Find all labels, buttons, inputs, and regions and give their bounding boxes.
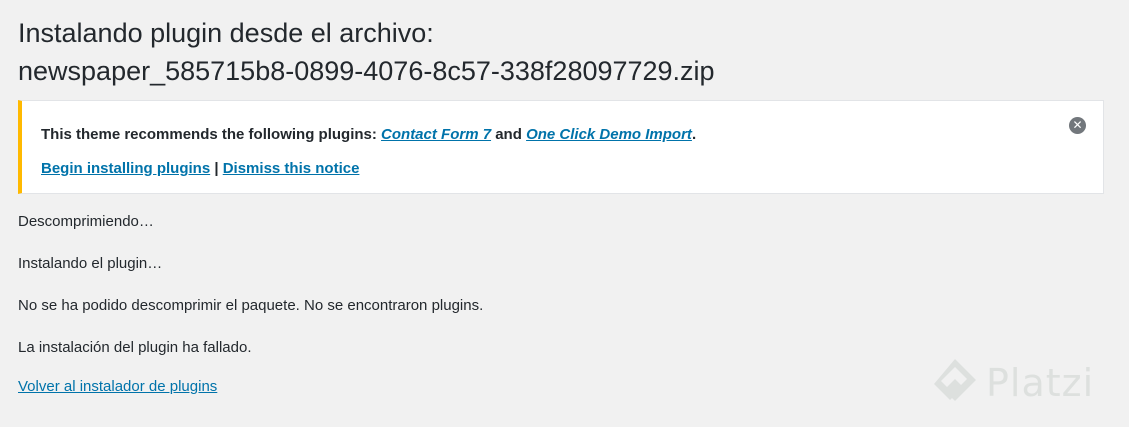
platzi-logo-icon [934,359,976,401]
notice-text-before: This theme recommends the following plug… [41,126,382,143]
one-click-demo-import-link[interactable]: One Click Demo Import [526,126,692,143]
recommended-plugins-notice: This theme recommends the following plug… [18,100,1104,194]
notice-actions: Begin installing plugins | Dismiss this … [41,158,1043,180]
back-to-plugin-installer-link[interactable]: Volver al instalador de plugins [18,378,217,395]
log-line-unpacking: Descomprimiendo… [18,213,154,230]
platzi-brand-text: Platzi [986,361,1095,405]
page-title-filename: newspaper_585715b8-0899-4076-8c57-338f28… [18,56,715,86]
contact-form-7-link[interactable]: Contact Form 7 [381,126,491,143]
log-line-installing: Instalando el plugin… [18,255,163,272]
page-title: Instalando plugin desde el archivo: news… [18,14,1104,90]
dismiss-notice-close-icon[interactable]: ✕ [1069,117,1086,134]
main-content: Instalando plugin desde el archivo: news… [18,14,1104,396]
platzi-watermark: Platzi [930,356,1094,410]
dismiss-notice-link[interactable]: Dismiss this notice [223,160,360,177]
notice-text-after: . [691,126,697,143]
log-line-error: No se ha podido descomprimir el paquete.… [18,297,484,314]
begin-installing-plugins-link[interactable]: Begin installing plugins [41,160,210,177]
page-title-line1: Instalando plugin desde el archivo: [18,18,434,48]
notice-separator: | [210,160,223,177]
notice-text-and: and [491,126,527,143]
notice-message: This theme recommends the following plug… [41,124,1043,146]
